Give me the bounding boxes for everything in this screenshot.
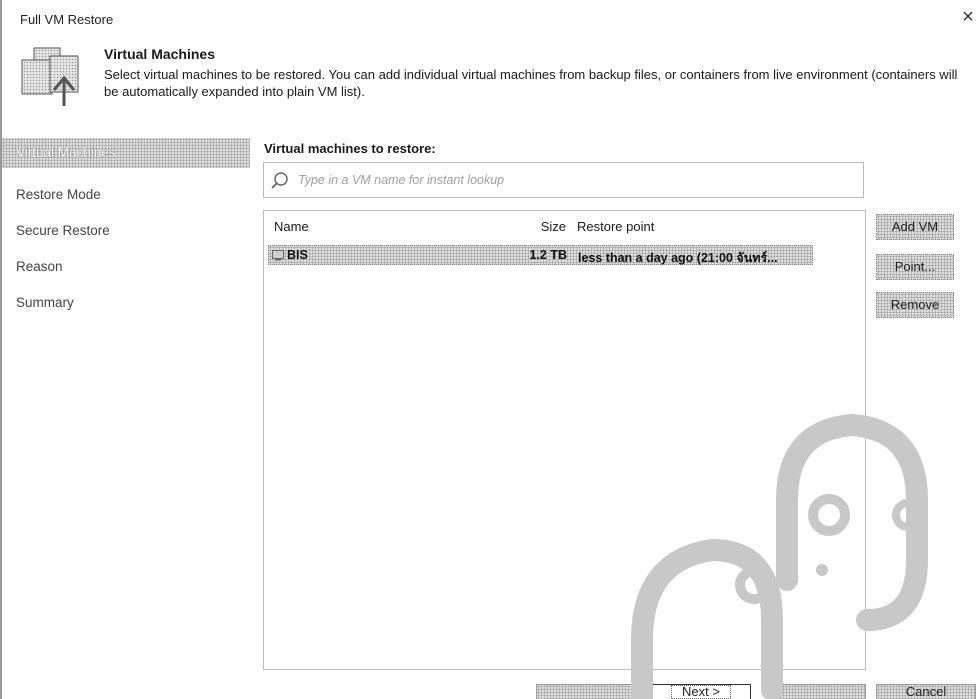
add-vm-button[interactable]: Add VM [876, 214, 954, 240]
close-icon[interactable]: × [957, 6, 979, 28]
nav-item-reason[interactable]: Reason [2, 252, 250, 288]
table-row[interactable]: BIS 1.2 TB less than a day ago (21:00 จั… [268, 245, 813, 265]
search-box[interactable] [263, 162, 864, 198]
vm-restore-icon [21, 47, 79, 106]
nav-item-label: Reason [16, 259, 63, 274]
column-header-restore-point[interactable]: Restore point [577, 219, 654, 234]
nav-item-label: Virtual Machines [16, 145, 116, 160]
nav-item-label: Secure Restore [16, 223, 110, 238]
point-button[interactable]: Point... [876, 254, 954, 280]
remove-button[interactable]: Remove [876, 292, 954, 318]
cancel-button[interactable]: Cancel [876, 684, 976, 699]
search-input[interactable] [296, 163, 859, 197]
column-header-size[interactable]: Size [526, 219, 566, 234]
header-description: Select virtual machines to be restored. … [104, 67, 958, 99]
nav-item-label: Summary [16, 295, 74, 310]
cell-name: BIS [287, 248, 308, 262]
title-bar: Full VM Restore × [2, 0, 979, 36]
next-button-label: Next > [671, 685, 731, 699]
search-icon [271, 172, 288, 189]
cancel-button-label: Cancel [905, 684, 947, 699]
finish-button[interactable] [766, 684, 866, 699]
section-label: Virtual machines to restore: [264, 141, 436, 156]
cell-restore-point: less than a day ago (21:00 จันทร์... [578, 251, 778, 265]
nav-item-secure-restore[interactable]: Secure Restore [2, 216, 250, 252]
cell-size: 1.2 TB [529, 248, 567, 262]
window-title: Full VM Restore [20, 12, 114, 27]
previous-button[interactable] [536, 684, 636, 699]
nav-item-summary[interactable]: Summary [2, 288, 250, 324]
vm-icon [272, 250, 284, 261]
table-header: Name Size Restore point [264, 211, 865, 235]
nav-item-virtual-machines[interactable]: Virtual Machines [2, 138, 250, 168]
nav-item-label: Restore Mode [16, 187, 101, 202]
next-button[interactable]: Next > [651, 684, 751, 699]
column-header-name[interactable]: Name [274, 219, 309, 234]
full-vm-restore-window: Full VM Restore × Virtual Machines Selec… [0, 0, 979, 699]
vm-table: Name Size Restore point BIS 1.2 TB less … [263, 210, 866, 670]
wizard-steps-nav: Virtual Machines Restore Mode Secure Res… [2, 138, 250, 324]
nav-item-restore-mode[interactable]: Restore Mode [2, 180, 250, 216]
header-title: Virtual Machines [104, 46, 216, 62]
